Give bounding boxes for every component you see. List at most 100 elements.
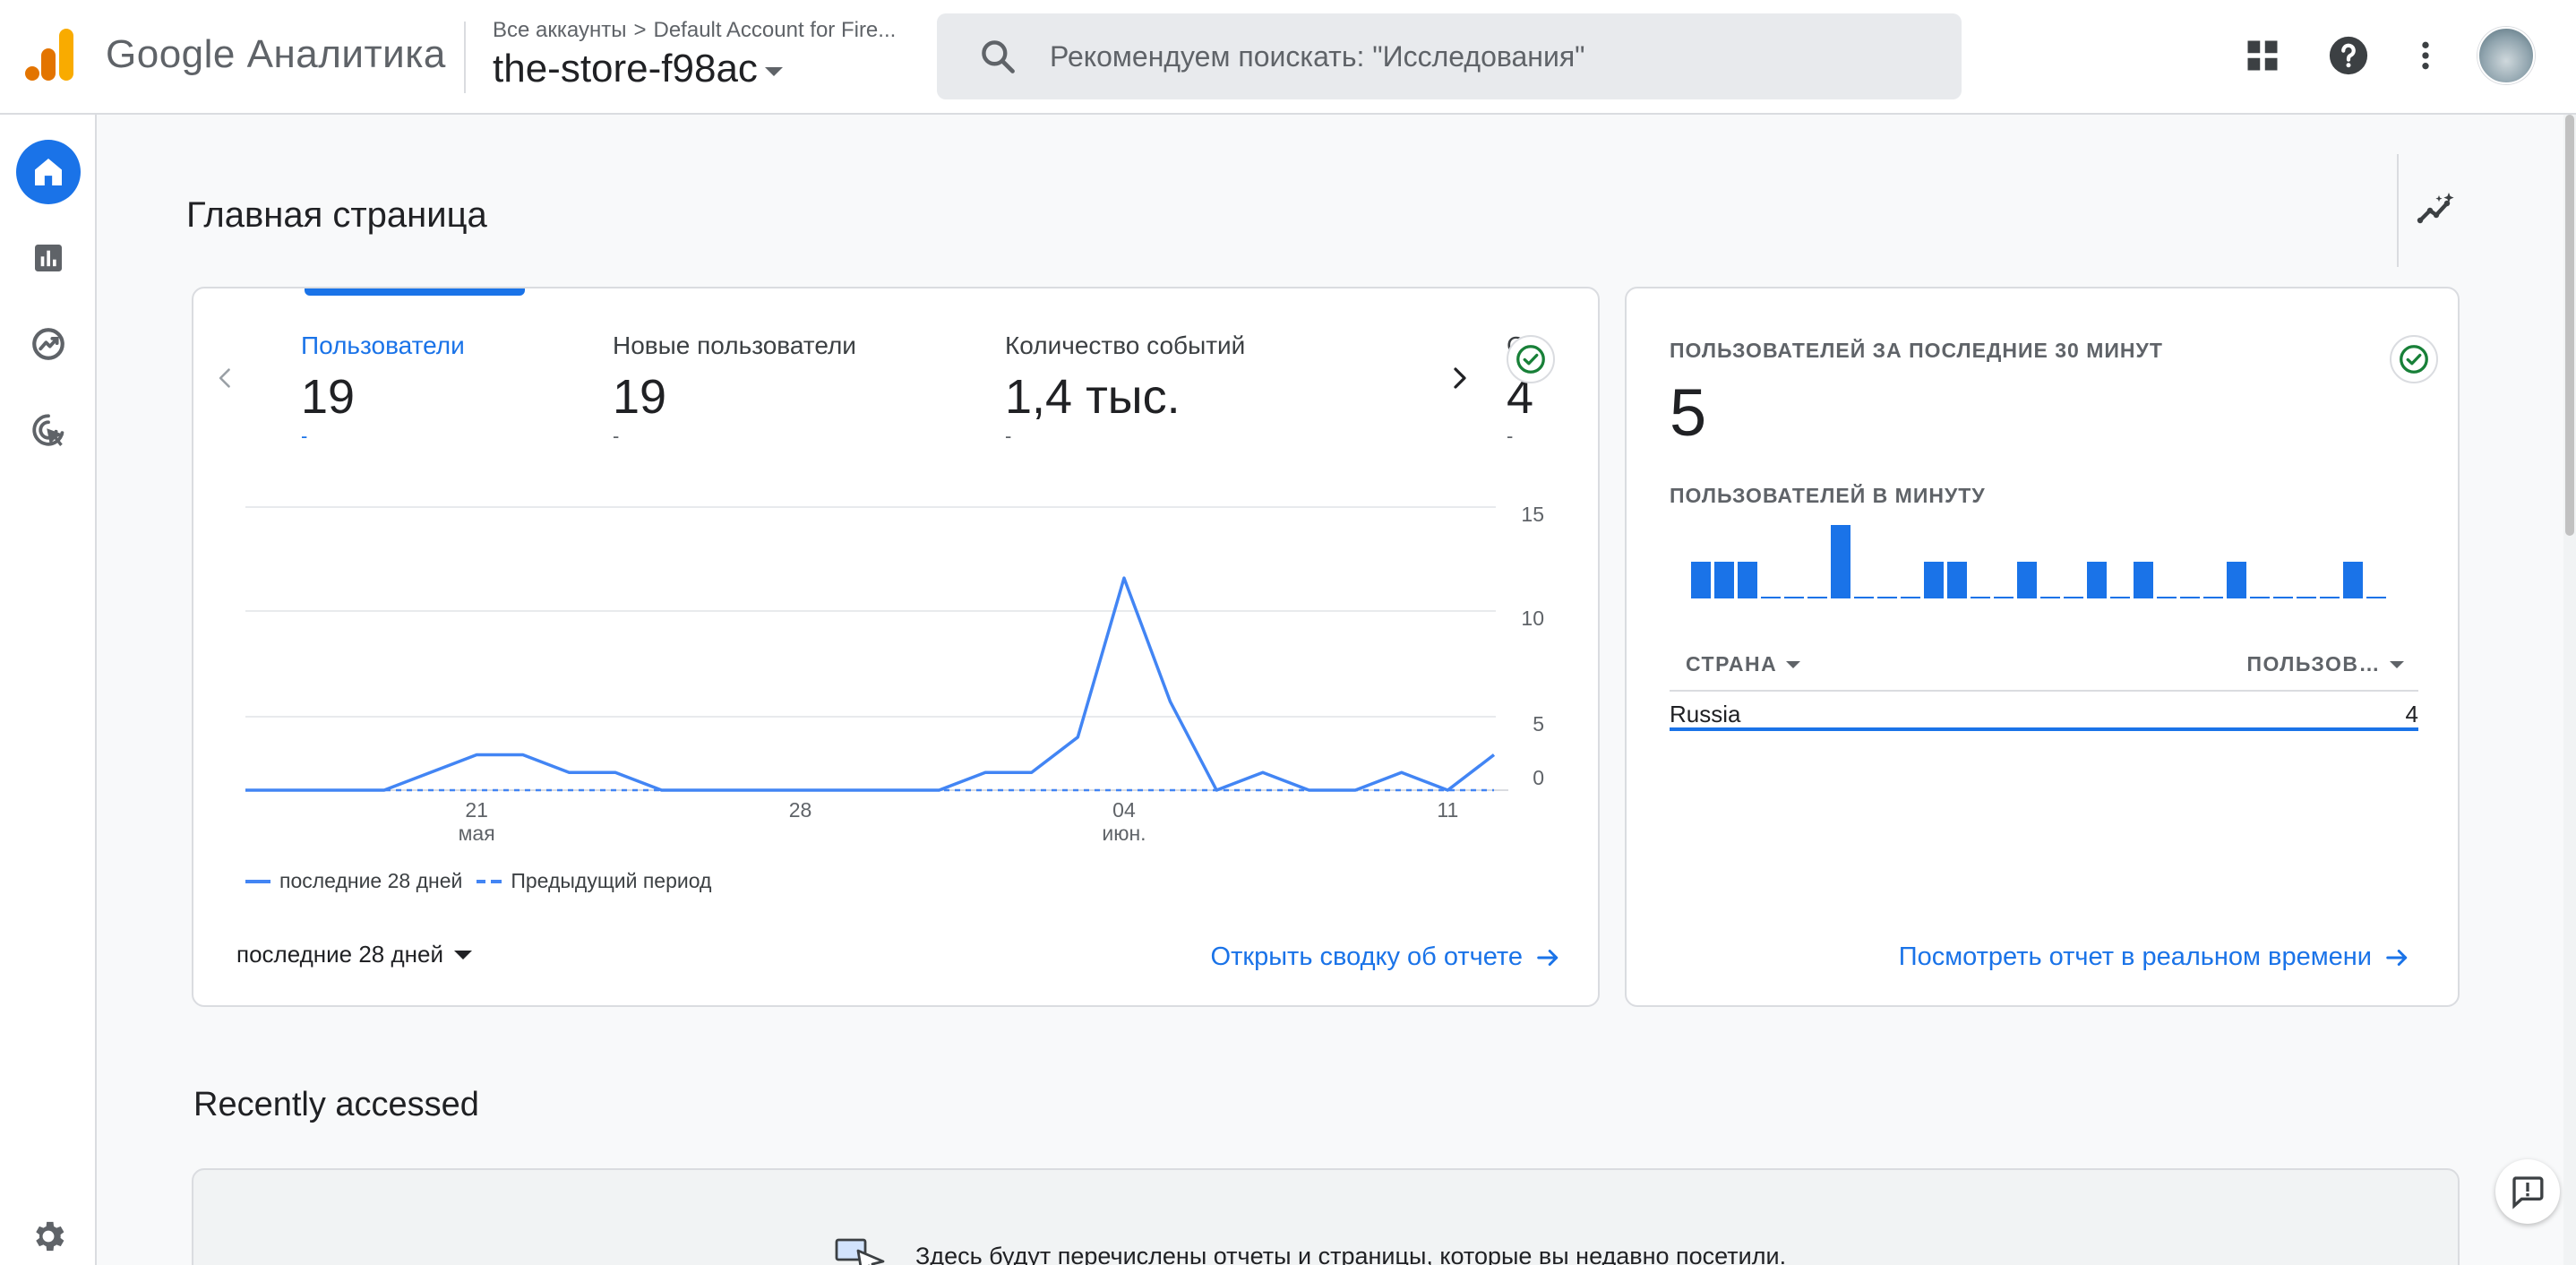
settings-button[interactable]: [27, 1215, 70, 1258]
active-tab-indicator: [305, 288, 525, 296]
legend-swatch-current: [245, 879, 270, 883]
check-circle-icon: [1516, 345, 1545, 374]
dropdown-arrow-icon: [1786, 660, 1801, 668]
nav-explore[interactable]: [16, 312, 81, 376]
minute-bar[interactable]: [1738, 562, 1757, 598]
minute-bar[interactable]: [1831, 525, 1850, 598]
date-range-selector[interactable]: последние 28 дней: [236, 941, 472, 968]
row-share-bar: [1670, 727, 2418, 731]
link-label: Посмотреть отчет в реальном времени: [1898, 942, 2372, 971]
date-range-label: последние 28 дней: [236, 941, 443, 968]
realtime-card: ПОЛЬЗОВАТЕЛЕЙ ЗА ПОСЛЕДНИЕ 30 МИНУТ 5 ПО…: [1625, 287, 2460, 1007]
prev-metric-button[interactable]: [208, 360, 244, 396]
bar-chart-icon: [35, 245, 62, 271]
page-title: Главная страница: [186, 195, 487, 235]
insights-button[interactable]: [2411, 185, 2461, 235]
minute-bar-empty: [2064, 597, 2083, 598]
link-label: Открыть сводку об отчете: [1210, 942, 1523, 971]
data-quality-badge[interactable]: [1507, 335, 1555, 383]
minute-bar-empty: [2110, 597, 2130, 598]
check-circle-icon: [2400, 345, 2428, 374]
chevron-right-icon: >: [633, 18, 647, 42]
ads-cursor-icon: [32, 414, 64, 447]
metric-delta: -: [301, 425, 308, 447]
minute-bar[interactable]: [2343, 562, 2363, 598]
chart-legend: последние 28 дней Предыдущий период: [245, 869, 711, 893]
minute-bar[interactable]: [1947, 562, 1967, 598]
minute-bar-empty: [2366, 597, 2386, 598]
insights-icon: [2417, 193, 2454, 224]
minute-bar-empty: [1877, 597, 1897, 598]
nav-advertising[interactable]: [16, 398, 81, 462]
property-selector[interactable]: the-store-f98ac: [493, 47, 783, 91]
metric-delta: -: [1507, 425, 1514, 447]
account-breadcrumb[interactable]: Все аккаунты > Default Account for Fire.…: [493, 18, 896, 43]
minute-bar[interactable]: [2017, 562, 2037, 598]
dropdown-arrow-icon: [764, 67, 783, 76]
metric-delta: -: [613, 425, 620, 447]
gear-icon: [36, 1221, 64, 1252]
metric-label: Пользователи: [301, 331, 465, 359]
y-tick-label: 10: [1521, 607, 1544, 630]
minute-bar[interactable]: [1714, 562, 1734, 598]
y-tick-label: 5: [1533, 712, 1544, 736]
realtime-users-label: ПОЛЬЗОВАТЕЛЕЙ ЗА ПОСЛЕДНИЕ 30 МИНУТ: [1670, 339, 2163, 362]
minute-bar-empty: [2157, 597, 2177, 598]
analytics-logo-icon[interactable]: [25, 27, 75, 82]
minute-bar[interactable]: [2087, 562, 2107, 598]
metric-tab-users[interactable]: Пользователи 19 -: [301, 331, 465, 448]
minute-bar[interactable]: [1691, 562, 1711, 598]
minute-bar-empty: [2203, 597, 2223, 598]
feedback-button[interactable]: [2495, 1159, 2560, 1224]
data-quality-badge[interactable]: [2390, 335, 2438, 383]
minute-bar[interactable]: [1924, 562, 1944, 598]
table-row[interactable]: Russia 4: [1670, 695, 2418, 731]
property-name[interactable]: the-store-f98ac: [493, 47, 758, 91]
product-name[interactable]: Google Аналитика: [106, 32, 446, 77]
search-bar[interactable]: [937, 13, 1962, 99]
open-report-summary-link[interactable]: Открыть сводку об отчете: [1211, 942, 1562, 972]
minute-bar-empty: [2273, 597, 2293, 598]
metric-label: Количество событий: [1005, 331, 1246, 359]
overview-card: Пользователи 19 - Новые пользователи 19 …: [192, 287, 1600, 1007]
minute-bar[interactable]: [2227, 562, 2246, 598]
country-cell: Russia: [1670, 701, 1741, 727]
breadcrumb-root[interactable]: Все аккаунты: [493, 18, 626, 43]
dropdown-arrow-icon: [454, 950, 472, 960]
metric-tab-new-users[interactable]: Новые пользователи 19 -: [613, 331, 856, 448]
left-navigation: [0, 115, 97, 1265]
arrow-right-icon: [1537, 949, 1558, 966]
minute-bar-empty: [1994, 597, 2014, 598]
more-vert-icon[interactable]: [2400, 30, 2451, 81]
view-realtime-report-link[interactable]: Посмотреть отчет в реальном времени: [1899, 942, 2411, 972]
metric-tab-event-count[interactable]: Количество событий 1,4 тыс. -: [1005, 331, 1245, 448]
country-column-header[interactable]: СТРАНА: [1686, 652, 1801, 676]
minute-bar-empty: [1901, 597, 1920, 598]
minute-bar-empty: [1761, 597, 1781, 598]
y-tick-label: 15: [1521, 503, 1544, 526]
nav-home[interactable]: [16, 140, 81, 204]
divider: [464, 22, 466, 93]
metric-delta: -: [1005, 425, 1012, 447]
next-metric-button[interactable]: [1442, 360, 1478, 396]
cursor-click-icon: [835, 1238, 885, 1265]
breadcrumb-account[interactable]: Default Account for Fire...: [654, 18, 897, 43]
top-app-bar: Google Аналитика Все аккаунты > Default …: [0, 0, 2576, 115]
recently-accessed-card: Здесь будут перечислены отчеты и страниц…: [192, 1168, 2460, 1265]
dropdown-arrow-icon: [2390, 660, 2404, 668]
help-icon[interactable]: [2323, 30, 2374, 81]
y-tick-label: 0: [1533, 766, 1544, 789]
minute-bar[interactable]: [2134, 562, 2153, 598]
search-input[interactable]: [1050, 35, 1928, 78]
users-column-header[interactable]: ПОЛЬЗОВ…: [2246, 652, 2404, 676]
metric-tabs: Пользователи 19 - Новые пользователи 19 …: [301, 331, 1598, 466]
legend-swatch-previous: [477, 879, 502, 883]
recently-accessed-title: Recently accessed: [193, 1086, 479, 1123]
avatar[interactable]: [2477, 27, 2535, 84]
legend-previous-label: Предыдущий период: [511, 869, 712, 892]
x-tick-sublabel: июн.: [1102, 822, 1146, 844]
nav-reports[interactable]: [16, 226, 81, 290]
apps-grid-icon[interactable]: [2237, 30, 2288, 81]
minute-bar-empty: [1807, 597, 1827, 598]
scrollbar-thumb[interactable]: [2565, 115, 2574, 536]
